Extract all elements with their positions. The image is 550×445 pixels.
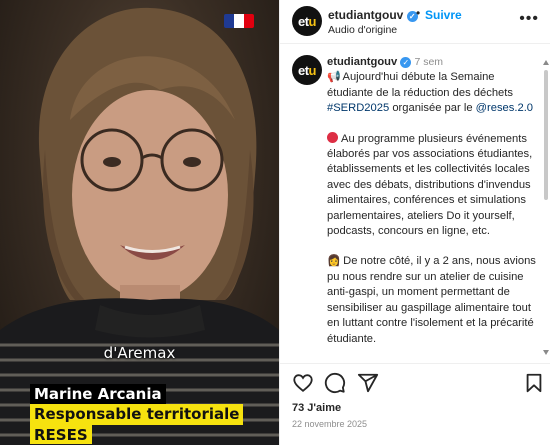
header-username-text: etudiantgouv <box>328 8 404 22</box>
caption-paragraph-1: etudiantgouv ✓ 7 sem 📢 Aujourd'hui début… <box>327 55 539 117</box>
megaphone-icon: 📢 <box>327 71 341 84</box>
scroll-up-arrow-icon[interactable] <box>543 60 549 65</box>
caption-intro: Aujourd'hui débute la Semaine étudiante … <box>327 71 513 99</box>
caption-story: De notre côté, il y a 2 ans, nous avions… <box>327 255 536 345</box>
scroll-down-arrow-icon[interactable] <box>543 350 549 355</box>
header-username[interactable]: etudiantgouv ✓ <box>328 8 418 22</box>
person-role-label: Responsable territoriale <box>30 404 244 425</box>
heart-icon[interactable] <box>292 372 314 394</box>
caption-program: Au programme plusieurs événements élabor… <box>327 132 533 238</box>
post-caption-area: etu etudiantgouv ✓ 7 sem 📢 Aujourd'hui d… <box>280 45 550 363</box>
caption-avatar-logo-text: etu <box>297 62 317 78</box>
comment-icon[interactable] <box>324 372 346 394</box>
flag-stripe-red <box>244 14 254 28</box>
caption-mid: organisée par le <box>392 102 473 115</box>
mention-link[interactable]: @reses.2.0 <box>476 102 533 114</box>
video-frame <box>0 7 279 445</box>
hashtag-link[interactable]: #SERD2025 <box>327 102 389 114</box>
separator-dot: • <box>416 6 421 20</box>
post-actions: 73 J'aime 22 novembre 2025 <box>280 363 550 445</box>
post-header: etu etudiantgouv ✓ • Suivre Audio d'orig… <box>280 0 550 44</box>
share-icon[interactable] <box>357 372 379 394</box>
more-options-icon[interactable]: ••• <box>519 10 539 28</box>
flag-stripe-white <box>234 14 244 28</box>
caption-verified-icon: ✓ <box>400 57 412 68</box>
post-panel: etu etudiantgouv ✓ • Suivre Audio d'orig… <box>279 0 550 445</box>
scrollbar-thumb[interactable] <box>544 70 548 200</box>
person-cooking-icon: 👩 <box>327 255 341 268</box>
avatar[interactable]: etu <box>292 6 322 36</box>
likes-count[interactable]: 73 J'aime <box>292 402 341 414</box>
caption-avatar[interactable]: etu <box>292 55 322 85</box>
avatar-logo-text: etu <box>297 13 317 29</box>
follow-button[interactable]: Suivre <box>425 8 462 22</box>
video-player[interactable]: d'Aremax Marine Arcania Responsable terr… <box>0 0 279 445</box>
audio-link[interactable]: Audio d'origine <box>328 24 397 36</box>
flag-stripe-blue <box>224 14 234 28</box>
french-flag-icon <box>224 14 254 28</box>
bookmark-icon[interactable] <box>523 372 545 394</box>
organization-label: RESES <box>30 425 92 444</box>
video-subtitle: d'Aremax <box>103 344 176 362</box>
post-time[interactable]: 7 sem <box>414 56 443 68</box>
red-circle-icon <box>327 131 338 143</box>
caption-username[interactable]: etudiantgouv <box>327 56 397 68</box>
post-date: 22 novembre 2025 <box>292 419 368 429</box>
post-caption: etudiantgouv ✓ 7 sem 📢 Aujourd'hui début… <box>327 55 539 362</box>
person-name-label: Marine Arcania <box>30 384 166 405</box>
caption-paragraph-3: 👩 De notre côté, il y a 2 ans, nous avio… <box>327 254 539 346</box>
caption-paragraph-2: Au programme plusieurs événements élabor… <box>327 131 539 240</box>
